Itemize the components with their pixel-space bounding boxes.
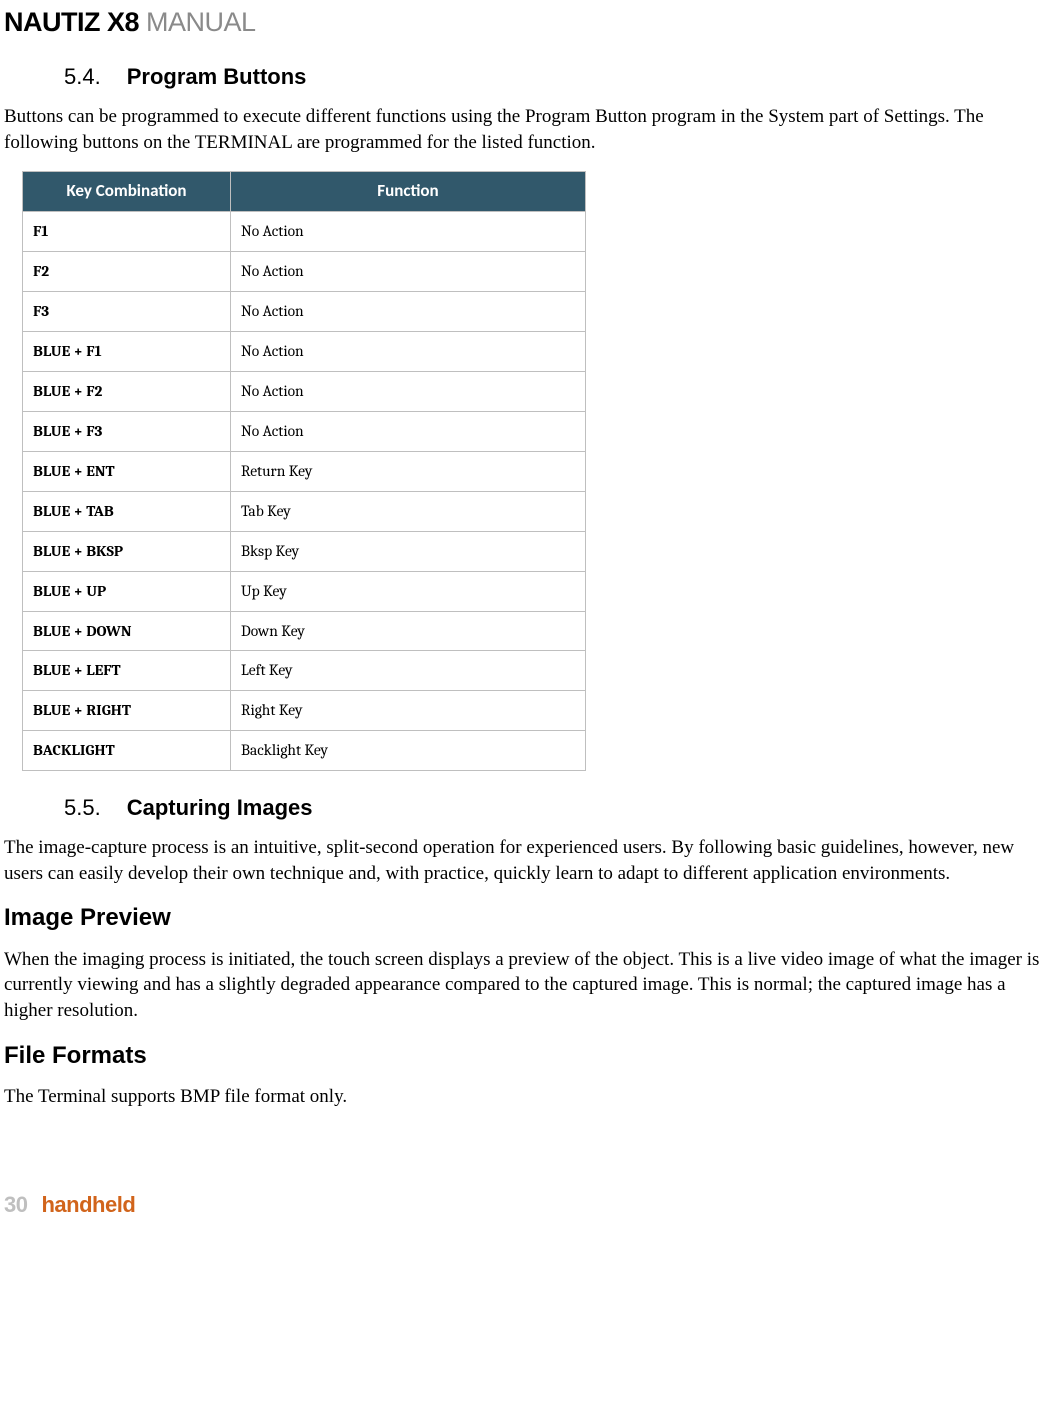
section-number: 5.4. xyxy=(64,64,101,89)
key-cell: F1 xyxy=(23,212,231,252)
section-heading-capturing-images: 5.5. Capturing Images xyxy=(64,793,1048,823)
func-cell: Return Key xyxy=(231,451,586,491)
page-number: 30 xyxy=(4,1192,27,1217)
func-cell: Backlight Key xyxy=(231,731,586,771)
table-row: BLUE + F3No Action xyxy=(23,411,586,451)
func-cell: No Action xyxy=(231,411,586,451)
table-row: BLUE + RIGHTRight Key xyxy=(23,691,586,731)
key-cell: BLUE + DOWN xyxy=(23,611,231,651)
key-cell: BLUE + F2 xyxy=(23,372,231,412)
key-cell: BLUE + UP xyxy=(23,571,231,611)
func-cell: Down Key xyxy=(231,611,586,651)
func-cell: No Action xyxy=(231,292,586,332)
program-buttons-table: Key Combination Function F1No Action F2N… xyxy=(22,171,586,771)
section-title: Capturing Images xyxy=(127,795,313,820)
table-row: F1No Action xyxy=(23,212,586,252)
sub-body: The Terminal supports BMP file format on… xyxy=(4,1084,1044,1110)
func-cell: No Action xyxy=(231,332,586,372)
table-row: BLUE + F1No Action xyxy=(23,332,586,372)
key-cell: BLUE + F1 xyxy=(23,332,231,372)
manual-header: NAUTIZ X8 MANUAL xyxy=(4,4,1048,40)
key-cell: BLUE + TAB xyxy=(23,491,231,531)
table-row: BLUE + TABTab Key xyxy=(23,491,586,531)
func-cell: No Action xyxy=(231,212,586,252)
func-cell: No Action xyxy=(231,372,586,412)
table-row: F2No Action xyxy=(23,252,586,292)
section-heading-program-buttons: 5.4. Program Buttons xyxy=(64,62,1048,92)
col-function: Function xyxy=(231,172,586,212)
key-cell: BLUE + RIGHT xyxy=(23,691,231,731)
func-cell: No Action xyxy=(231,252,586,292)
func-cell: Bksp Key xyxy=(231,531,586,571)
section-title: Program Buttons xyxy=(127,64,307,89)
table-row: BLUE + BKSPBksp Key xyxy=(23,531,586,571)
table-row: BLUE + LEFTLeft Key xyxy=(23,651,586,691)
key-cell: BLUE + BKSP xyxy=(23,531,231,571)
table-header-row: Key Combination Function xyxy=(23,172,586,212)
table-row: BLUE + F2No Action xyxy=(23,372,586,412)
key-cell: BACKLIGHT xyxy=(23,731,231,771)
sub-body: When the imaging process is initiated, t… xyxy=(4,947,1044,1024)
section-intro: Buttons can be programmed to execute dif… xyxy=(4,104,1044,155)
page-footer: 30 handheld xyxy=(4,1190,1048,1220)
manual-suffix: MANUAL xyxy=(139,7,256,37)
col-key-combination: Key Combination xyxy=(23,172,231,212)
brand-name: handheld xyxy=(41,1192,135,1217)
product-name: NAUTIZ X8 xyxy=(4,7,139,37)
subheading-image-preview: Image Preview xyxy=(4,902,1048,934)
key-cell: BLUE + LEFT xyxy=(23,651,231,691)
subheading-file-formats: File Formats xyxy=(4,1040,1048,1072)
table-row: BLUE + UPUp Key xyxy=(23,571,586,611)
table-row: BLUE + DOWNDown Key xyxy=(23,611,586,651)
func-cell: Left Key xyxy=(231,651,586,691)
table-row: F3No Action xyxy=(23,292,586,332)
key-cell: BLUE + ENT xyxy=(23,451,231,491)
key-cell: BLUE + F3 xyxy=(23,411,231,451)
key-cell: F2 xyxy=(23,252,231,292)
func-cell: Right Key xyxy=(231,691,586,731)
key-cell: F3 xyxy=(23,292,231,332)
func-cell: Up Key xyxy=(231,571,586,611)
section-number: 5.5. xyxy=(64,795,101,820)
table-row: BACKLIGHTBacklight Key xyxy=(23,731,586,771)
func-cell: Tab Key xyxy=(231,491,586,531)
table-row: BLUE + ENTReturn Key xyxy=(23,451,586,491)
section-intro: The image-capture process is an intuitiv… xyxy=(4,835,1044,886)
